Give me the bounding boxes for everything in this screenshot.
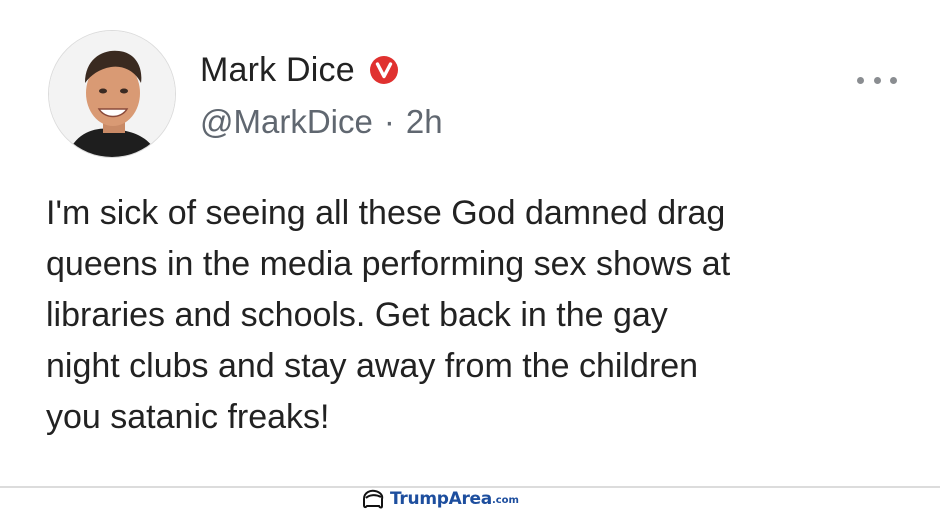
avatar-photo	[49, 31, 175, 157]
trump-hair-icon	[363, 489, 384, 509]
more-horizontal-icon[interactable]	[857, 70, 897, 90]
meta-separator: ·	[383, 103, 395, 140]
post-timestamp[interactable]: 2h	[406, 103, 443, 141]
verified-v-icon	[369, 55, 399, 85]
more-dot	[873, 76, 881, 84]
watermark-brand: TrumpArea	[390, 489, 492, 509]
author-display-name[interactable]: Mark Dice	[200, 51, 355, 90]
author-meta-row: @MarkDice · 2h	[200, 100, 443, 144]
avatar[interactable]	[48, 30, 176, 158]
watermark-logo: TrumpArea .com	[362, 488, 519, 510]
author-handle[interactable]: @MarkDice	[200, 103, 373, 141]
watermark-suffix: .com	[491, 495, 519, 506]
more-dot	[890, 76, 897, 84]
post-card: Mark Dice @MarkDice · 2h I'm sick of see…	[0, 0, 940, 487]
more-dot	[857, 76, 864, 84]
author-name-row: Mark Dice	[200, 48, 399, 92]
post-body-text: I'm sick of seeing all these God damned …	[46, 194, 731, 436]
